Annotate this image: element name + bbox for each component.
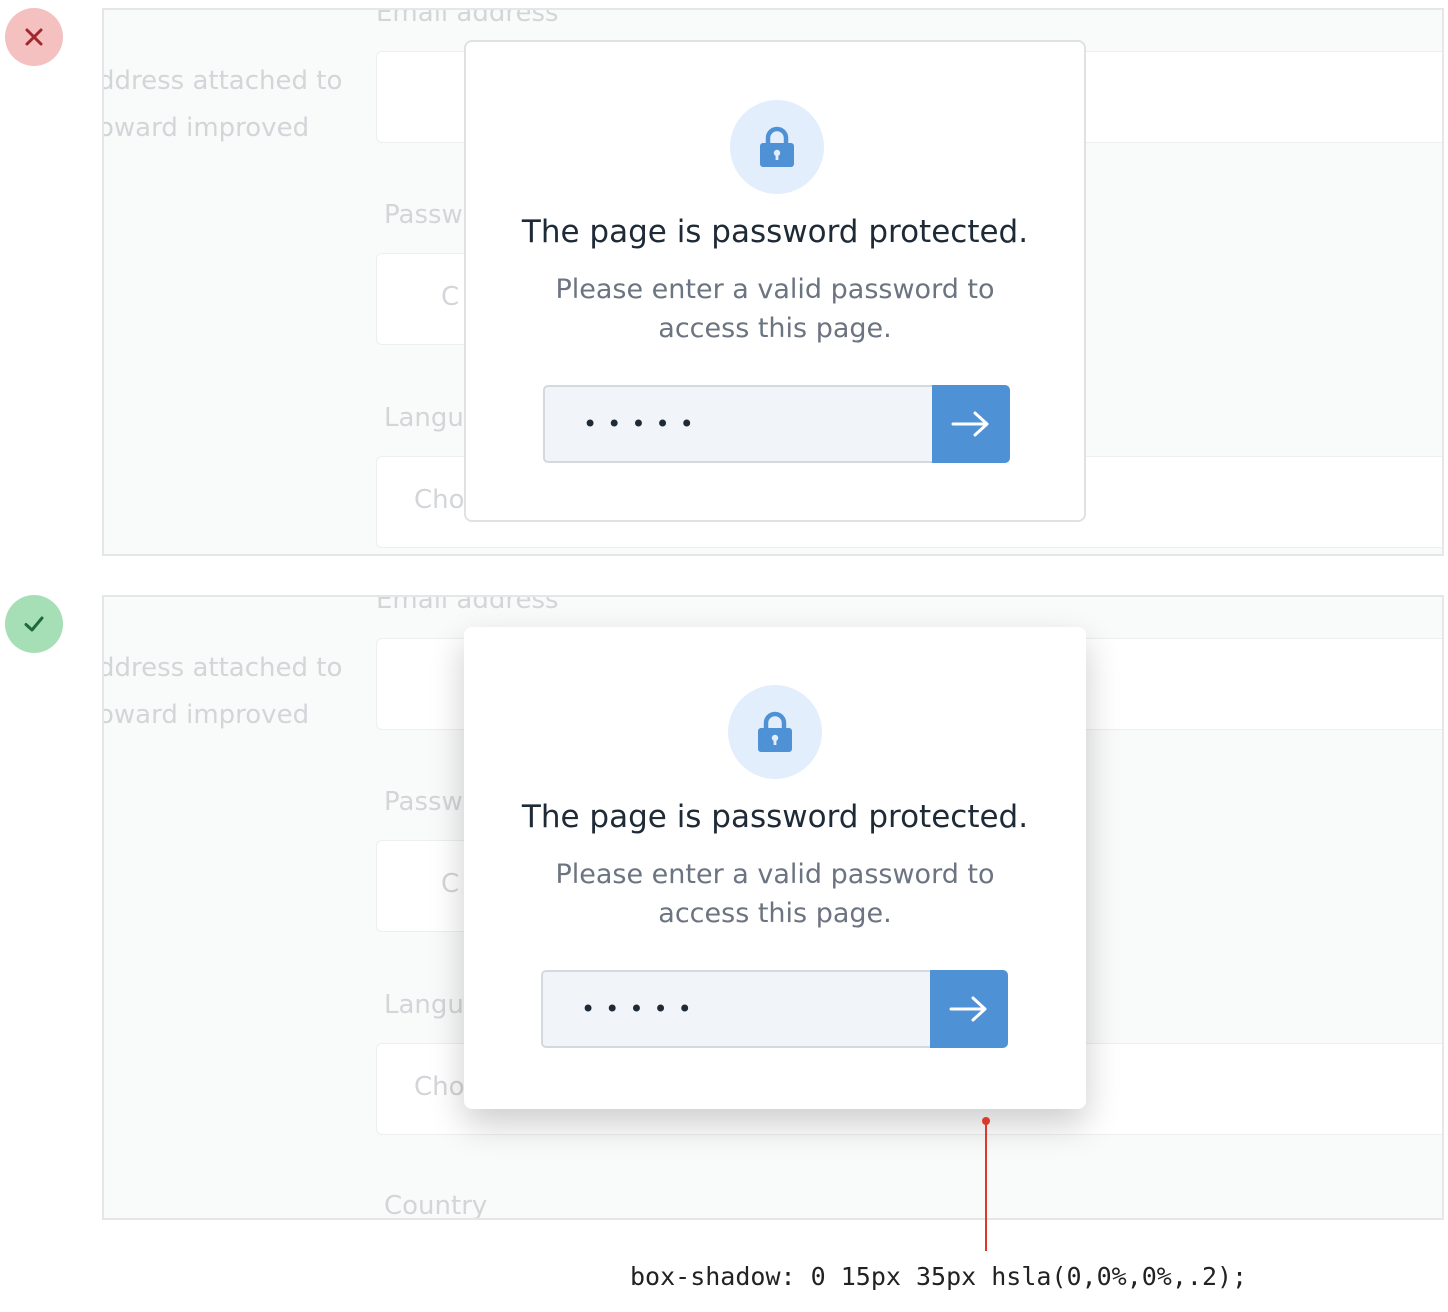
password-field-placeholder: C: [441, 282, 460, 312]
lock-icon: [758, 711, 792, 752]
submit-button[interactable]: [932, 385, 1010, 463]
good-example-frame: Email address ddress attached to oward i…: [102, 595, 1444, 1220]
password-form: [543, 385, 1010, 463]
password-input[interactable]: [543, 385, 932, 463]
helper-text-line-2: oward improved: [102, 700, 310, 730]
helper-text-line-1: ddress attached to: [102, 66, 343, 96]
password-input[interactable]: [541, 970, 930, 1048]
language-label: Langu: [384, 990, 464, 1020]
password-modal: The page is password protected. Please e…: [464, 40, 1086, 522]
language-label: Langu: [384, 403, 464, 433]
email-label: Email address: [376, 8, 559, 28]
password-field-placeholder: C: [441, 869, 460, 899]
check-icon: [24, 616, 44, 632]
bad-example-badge: [5, 8, 63, 66]
language-select-placeholder: Cho: [414, 1072, 465, 1102]
lock-icon-circle: [730, 100, 824, 194]
helper-text-line-2: oward improved: [102, 113, 310, 143]
submit-button[interactable]: [930, 970, 1008, 1048]
bad-example-frame: Email address ddress attached to oward i…: [102, 8, 1444, 556]
arrow-right-icon: [949, 996, 987, 1022]
x-icon: [25, 28, 43, 46]
modal-subtitle: Please enter a valid password to access …: [555, 274, 995, 344]
modal-title: The page is password protected.: [521, 214, 1029, 250]
email-label: Email address: [376, 595, 559, 615]
lock-icon: [760, 126, 794, 167]
good-example-badge: [5, 595, 63, 653]
modal-title: The page is password protected.: [521, 799, 1029, 835]
country-label: Country: [384, 1191, 488, 1220]
arrow-right-icon: [951, 411, 989, 437]
box-shadow-code: box-shadow: 0 15px 35px hsla(0,0%,0%,.2)…: [630, 1262, 1248, 1291]
password-label: Passw: [384, 200, 463, 230]
annotation-line: [985, 1120, 987, 1251]
modal-subtitle: Please enter a valid password to access …: [555, 859, 995, 929]
password-modal: The page is password protected. Please e…: [464, 627, 1086, 1109]
password-label: Passw: [384, 787, 463, 817]
helper-text-line-1: ddress attached to: [102, 653, 343, 683]
language-select-placeholder: Cho: [414, 485, 465, 515]
lock-icon-circle: [728, 685, 822, 779]
password-form: [541, 970, 1008, 1048]
